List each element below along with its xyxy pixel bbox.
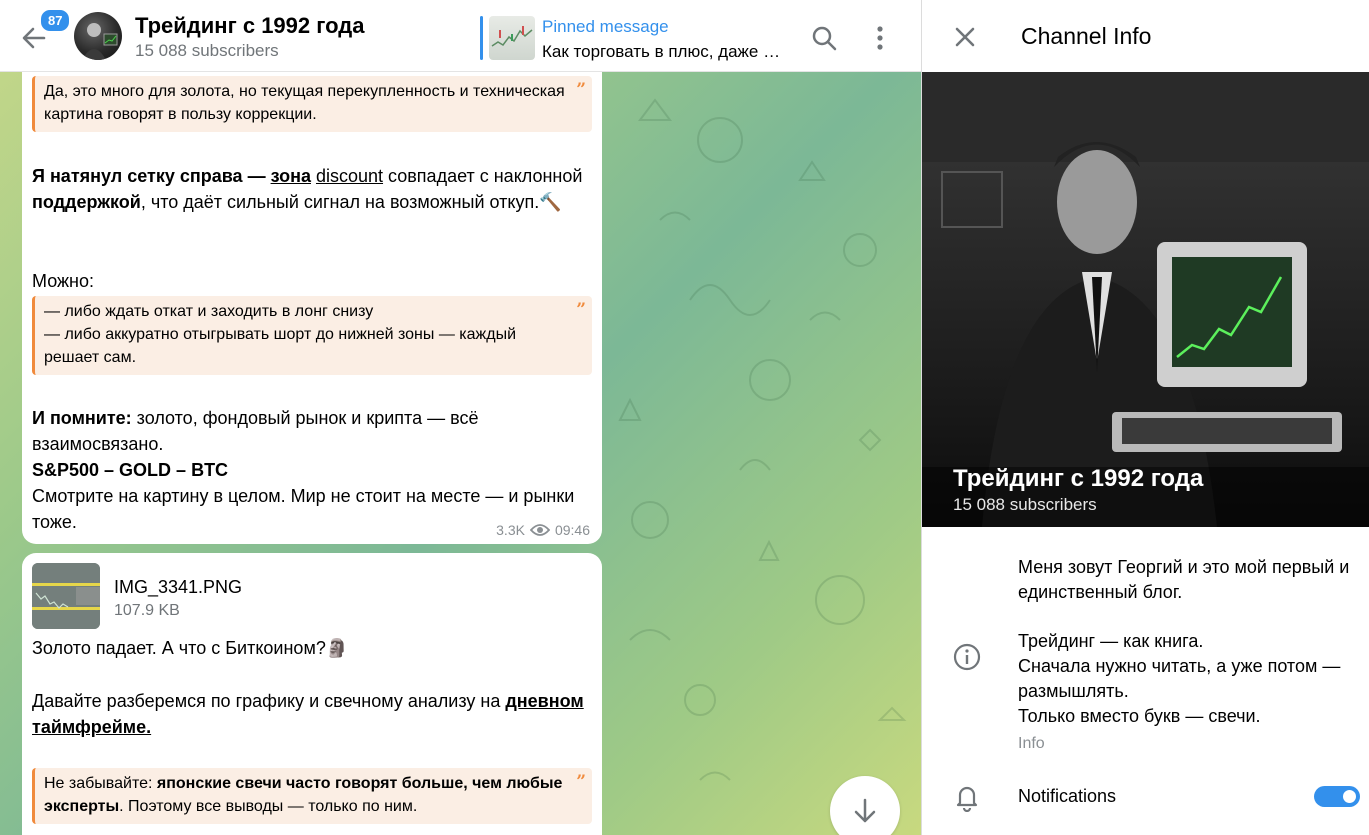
inline-link[interactable]: discount [316,166,383,186]
view-count: 3.3K [496,522,525,538]
bell-icon [956,786,978,812]
channel-avatar[interactable] [74,12,122,60]
blockquote: Да, это много для золота, но текущая пер… [32,76,592,132]
channel-subscribers: 15 088 subscribers [953,495,1097,514]
quote-icon: ” [576,80,586,100]
eye-icon [529,524,550,536]
unread-badge: 87 [39,8,72,33]
message-time: 09:46 [554,522,590,538]
file-name[interactable]: IMG_3341.PNG [114,577,242,598]
info-title: Channel Info [1021,23,1152,49]
quote-text: Да, это много для золота, но текущая пер… [44,83,565,123]
channel-name: Трейдинг с 1992 года [953,465,1204,492]
quote-text: — либо аккуратно отыгрывать шорт до нижн… [44,326,516,366]
channel-cover-image[interactable]: Трейдинг с 1992 года 15 088 subscribers [922,72,1369,527]
file-size: 107.9 KB [114,602,180,619]
pinned-text[interactable]: Как торговать в плюс, даже … [542,42,792,62]
quote-icon: ” [576,772,586,792]
pinned-label[interactable]: Pinned message [542,17,669,37]
arrow-down-icon [854,798,876,823]
info-caption: Info [1018,735,1045,752]
notifications-toggle[interactable] [1314,786,1360,807]
search-icon[interactable] [808,22,840,54]
chat-header: 87 Трейдинг с 1992 года 15 088 subscribe… [0,0,921,72]
chat-title[interactable]: Трейдинг с 1992 года [135,13,364,39]
message-paragraph: Золото падает. А что с Биткоином?🗿 [32,638,349,658]
blockquote: Не забывайте: японские свечи часто говор… [32,768,592,824]
close-icon[interactable] [950,22,980,52]
pinned-thumbnail[interactable] [489,16,535,60]
channel-info-panel: Channel Info Трейдинг с 1992 года 15 088… [921,0,1369,835]
quote-text: — либо ждать откат и заходить в лонг сни… [44,303,374,320]
message-paragraph: И помните: золото, фондовый рынок и крип… [32,408,479,454]
message-paragraph: S&P500 – GOLD – BTC [32,460,229,480]
more-vertical-icon[interactable] [864,22,896,54]
notifications-label: Notifications [1018,786,1117,806]
message-paragraph: Давайте разберемся по графику и свечному… [32,691,584,737]
info-icon [953,643,981,671]
channel-info-text: Трейдинг — как книга. Сначала нужно чита… [1018,631,1341,726]
info-header: Channel Info [922,0,1369,72]
chat-panel: 87 Трейдинг с 1992 года 15 088 subscribe… [0,0,921,835]
chat-subscribers: 15 088 subscribers [135,41,279,60]
inline-link[interactable]: зона [271,166,311,186]
quote-icon: ” [576,300,586,320]
blockquote: — либо ждать откат и заходить в лонг сни… [32,296,592,375]
message-meta: 3.3K 09:46 [496,522,590,538]
message-paragraph: Можно: [32,271,94,291]
file-thumbnail[interactable] [32,563,100,629]
toggle-knob [1341,788,1358,805]
message-bubble[interactable]: Да, это много для золота, но текущая пер… [22,56,602,544]
message-bubble[interactable]: IMG_3341.PNG 107.9 KB Золото падает. А ч… [22,553,602,835]
pinned-bar [480,16,483,60]
channel-description: Меня зовут Георгий и это мой первый и ед… [1018,557,1350,602]
message-paragraph: Я натянул сетку справа — зона discount с… [32,166,583,212]
